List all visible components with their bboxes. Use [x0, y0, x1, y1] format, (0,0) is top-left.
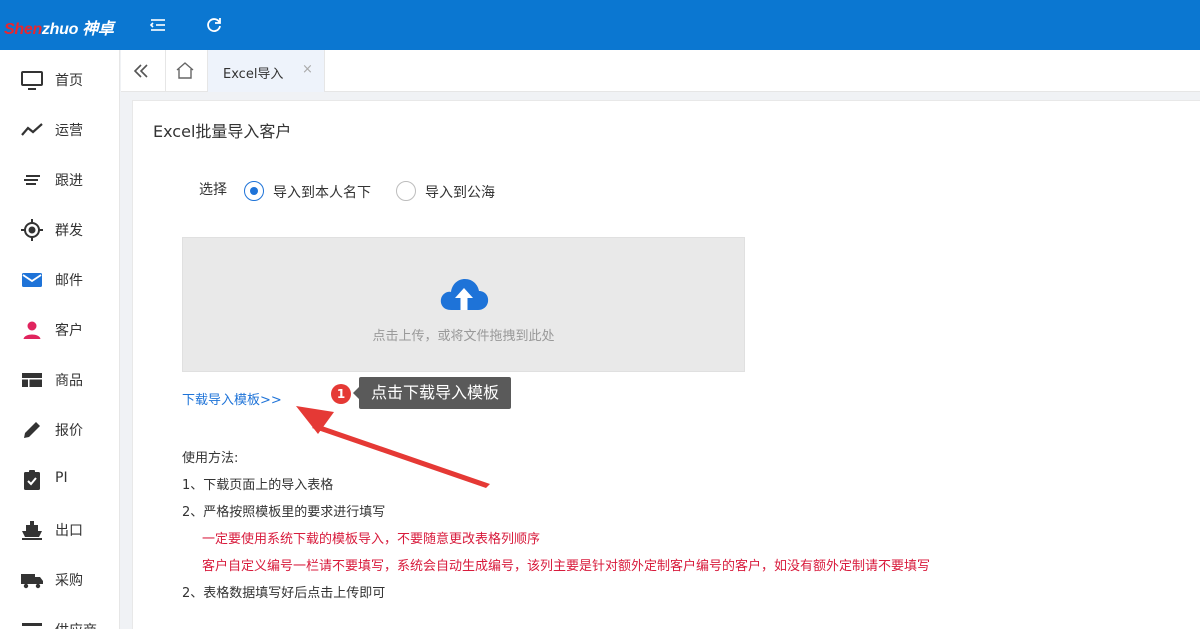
- sidebar-item-followup[interactable]: 跟进: [0, 153, 119, 203]
- pencil-icon: [20, 418, 44, 442]
- sidebar-item-products[interactable]: 商品: [0, 353, 119, 403]
- sidebar-item-operation[interactable]: 运营: [0, 103, 119, 153]
- sidebar-item-mail[interactable]: 邮件: [0, 253, 119, 303]
- upload-dropzone[interactable]: 点击上传，或将文件拖拽到此处: [182, 237, 745, 372]
- sidebar-item-label: 邮件: [55, 273, 83, 289]
- trend-icon: [20, 118, 44, 142]
- target-icon: [20, 218, 44, 242]
- sidebar-item-purchase[interactable]: 采购: [0, 553, 119, 603]
- download-template-link[interactable]: 下载导入模板>>: [182, 389, 282, 408]
- annotation-tooltip: 点击下载导入模板: [352, 377, 512, 409]
- sidebar-item-label: 出口: [55, 523, 83, 539]
- tab-bar: Excel导入 ×: [121, 50, 1200, 92]
- sidebar-item-supplier[interactable]: 供应商: [0, 603, 119, 629]
- top-header: Shenzhuo 神卓: [0, 0, 1200, 50]
- sidebar-item-label: PI: [55, 470, 68, 486]
- sidebar-item-label: 商品: [55, 373, 83, 389]
- usage-step: 1、下载页面上的导入表格: [182, 478, 334, 493]
- sidebar-item-label: 供应商: [55, 620, 97, 629]
- tab-excel-import[interactable]: Excel导入 ×: [207, 50, 325, 92]
- clipboard-check-icon: [20, 468, 44, 492]
- monitor-icon: [20, 68, 44, 92]
- sidebar-item-label: 采购: [55, 573, 83, 589]
- sidebar-item-label: 运营: [55, 123, 83, 139]
- close-icon[interactable]: ×: [302, 62, 313, 77]
- list-icon: [20, 618, 44, 629]
- home-icon: [176, 62, 194, 79]
- content-card: Excel批量导入客户 选择 导入到本人名下 导入到公海 点击上传，或将文件拖拽…: [132, 100, 1200, 629]
- choose-label: 选择: [199, 182, 227, 198]
- radio-label: 导入到公海: [425, 185, 495, 201]
- radio-label: 导入到本人名下: [273, 185, 371, 201]
- user-icon: [20, 318, 44, 342]
- sidebar: 首页 运营 跟进 群发 邮件 客户 商品 报价 PI 出口 采购: [0, 50, 120, 629]
- sidebar-item-label: 首页: [55, 73, 83, 89]
- sidebar-item-export[interactable]: 出口: [0, 503, 119, 553]
- brand-logo[interactable]: Shenzhuo 神卓: [4, 15, 114, 38]
- upload-hint: 点击上传，或将文件拖拽到此处: [372, 329, 555, 344]
- menu-collapse-icon[interactable]: [148, 15, 168, 35]
- radio-circle[interactable]: [396, 181, 416, 201]
- radio-circle[interactable]: [244, 181, 264, 201]
- sidebar-item-home[interactable]: 首页: [0, 53, 119, 103]
- refresh-icon[interactable]: [204, 15, 224, 35]
- sidebar-item-customer[interactable]: 客户: [0, 303, 119, 353]
- usage-warning: 客户自定义编号一栏请不要填写，系统会自动生成编号，该列主要是针对额外定制客户编号…: [202, 559, 931, 574]
- tab-label: Excel导入: [223, 67, 284, 82]
- mail-icon: [20, 268, 44, 292]
- page-title: Excel批量导入客户: [153, 122, 292, 141]
- annotation-badge: 1: [331, 384, 351, 404]
- logo-red-text: Shen: [4, 21, 42, 38]
- usage-warning: 一定要使用系统下载的模板导入，不要随意更改表格列顺序: [202, 532, 541, 547]
- cloud-upload-icon: [440, 279, 489, 310]
- lines-icon: [20, 168, 44, 192]
- sidebar-item-broadcast[interactable]: 群发: [0, 203, 119, 253]
- ship-icon: [20, 518, 44, 542]
- truck-icon: [20, 568, 44, 592]
- usage-step: 2、表格数据填写好后点击上传即可: [182, 586, 386, 601]
- home-tab[interactable]: [165, 50, 203, 92]
- sidebar-item-label: 群发: [55, 223, 83, 239]
- sidebar-item-quote[interactable]: 报价: [0, 403, 119, 453]
- sidebar-item-label: 客户: [55, 323, 83, 339]
- collapse-tabs-button[interactable]: [121, 50, 159, 92]
- sidebar-item-label: 报价: [55, 423, 83, 439]
- logo-white-text: zhuo 神卓: [41, 21, 114, 38]
- sidebar-item-pi[interactable]: PI: [0, 453, 119, 503]
- usage-title: 使用方法:: [182, 451, 239, 466]
- sidebar-item-label: 跟进: [55, 173, 83, 189]
- table-icon: [20, 368, 44, 392]
- usage-step: 2、严格按照模板里的要求进行填写: [182, 505, 386, 520]
